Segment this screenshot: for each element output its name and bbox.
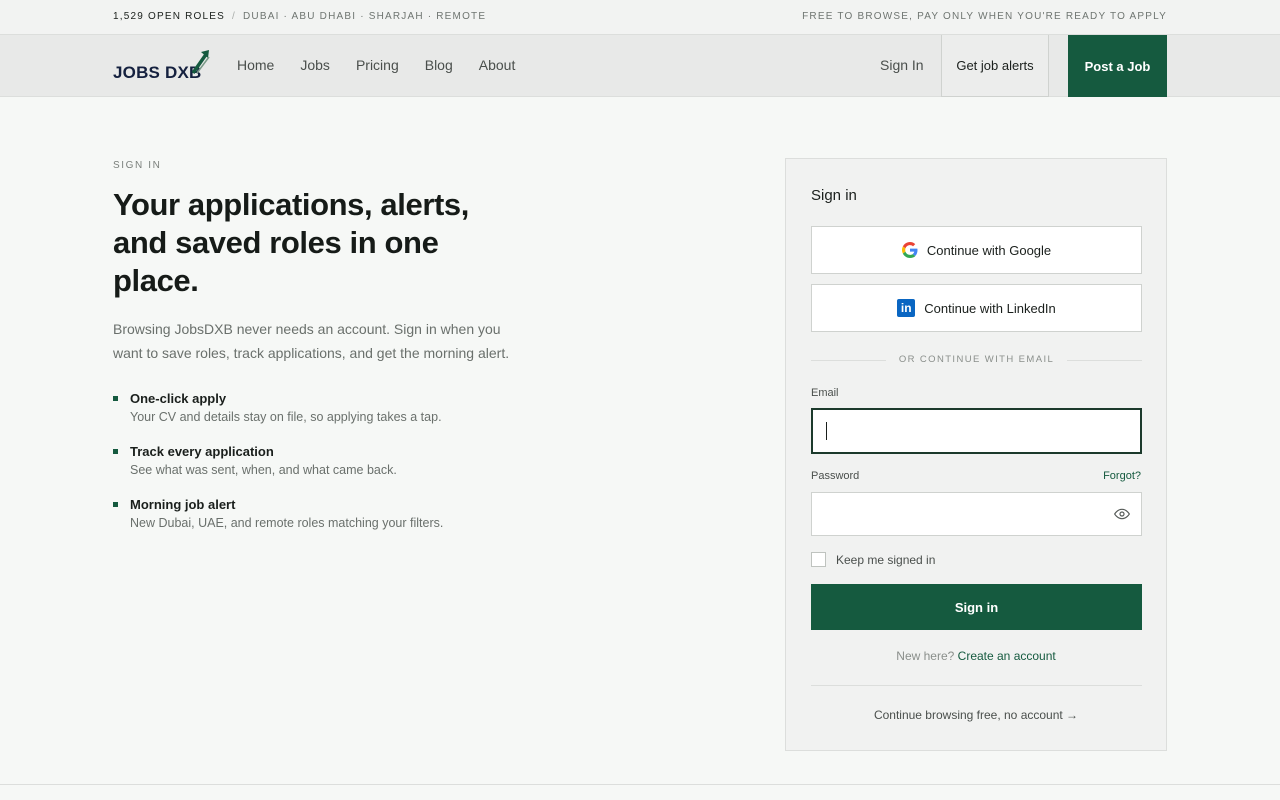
site-header: JOBS DXB Home Jobs Pricing Blog About Si… (0, 35, 1280, 97)
feature-desc: See what was sent, when, and what came b… (130, 463, 397, 477)
main-nav: Home Jobs Pricing Blog About (237, 57, 515, 73)
top-info-bar: 1,529 open roles / Dubai · Abu Dhabi · Sha… (0, 0, 1280, 35)
feature-desc: New Dubai, UAE, and remote roles matchin… (130, 516, 444, 530)
feature-item: Morning job alert New Dubai, UAE, and re… (113, 496, 533, 534)
create-account-link[interactable]: Create an account (958, 649, 1056, 663)
feature-bullet (113, 502, 118, 507)
password-field[interactable] (811, 492, 1142, 536)
google-icon (901, 242, 918, 258)
new-here-text: New here? (896, 649, 955, 663)
post-job-button[interactable]: Post a Job (1068, 35, 1167, 97)
feature-item: One-click apply Your CV and details stay… (113, 390, 533, 428)
sign-in-submit-button[interactable]: Sign in (811, 584, 1142, 630)
nav-pricing[interactable]: Pricing (356, 57, 399, 73)
logo-wordmark: JOBS DXB (113, 63, 202, 83)
keep-signed-in-checkbox[interactable] (811, 552, 826, 567)
divider-line-right (1067, 360, 1142, 361)
eye-icon[interactable] (1113, 506, 1131, 522)
feature-title: Track every application (130, 444, 274, 459)
continue-with-linkedin-button[interactable]: in Continue with LinkedIn (811, 284, 1142, 332)
keep-signed-in-label[interactable]: Keep me signed in (836, 553, 935, 567)
keep-signed-in-row: Keep me signed in (811, 552, 935, 567)
feature-bullet (113, 396, 118, 401)
logo-text-a: JOBS D (113, 63, 178, 82)
header-sign-in-link[interactable]: Sign In (880, 57, 924, 73)
page-title: Your applications, alerts, and saved rol… (113, 187, 469, 298)
site-logo[interactable]: JOBS DXB (113, 49, 213, 83)
logo-arrow-icon (191, 50, 210, 75)
text-caret (826, 422, 827, 440)
nav-about[interactable]: About (479, 57, 516, 73)
nav-jobs[interactable]: Jobs (300, 57, 330, 73)
get-job-alerts-button[interactable]: Get job alerts (941, 35, 1049, 97)
email-divider: OR CONTINUE WITH EMAIL (811, 354, 1142, 366)
email-field[interactable] (811, 408, 1142, 454)
google-button-label: Continue with Google (926, 242, 1052, 258)
continue-with-google-button[interactable]: Continue with Google (811, 226, 1142, 274)
feature-list: One-click apply Your CV and details stay… (113, 390, 533, 549)
feature-title: Morning job alert (130, 497, 236, 512)
card-separator (811, 685, 1142, 686)
top-info-separator: / (232, 11, 237, 22)
email-label: Email (811, 387, 839, 399)
continue-browsing-link[interactable]: Continue browsing free, no account → (786, 708, 1166, 722)
locations-list: Dubai · Abu Dhabi · Sharjah · Remote (243, 11, 487, 22)
feature-bullet (113, 449, 118, 454)
footer-divider (0, 784, 1280, 785)
top-tagline: Free to browse, pay only when you're rea… (802, 11, 1167, 22)
feature-title: One-click apply (130, 391, 227, 406)
linkedin-button-label: Continue with LinkedIn (924, 300, 1056, 316)
password-label: Password (811, 470, 860, 482)
top-info-left: 1,529 open roles / Dubai · Abu Dhabi · Sha… (113, 11, 486, 22)
open-roles-count: 1,529 open roles (113, 11, 226, 22)
nav-blog[interactable]: Blog (425, 57, 453, 73)
new-here-row: New here? Create an account (786, 649, 1166, 663)
card-title: Sign in (811, 187, 857, 204)
feature-item: Track every application See what was sen… (113, 443, 533, 481)
nav-home[interactable]: Home (237, 57, 274, 73)
feature-desc: Your CV and details stay on file, so app… (130, 410, 442, 424)
linkedin-icon: in (897, 299, 916, 317)
forgot-password-link[interactable]: Forgot? (1103, 470, 1141, 482)
sign-in-card: Sign in Continue with Google in Continue… (785, 158, 1167, 751)
page-eyebrow: SIGN IN (113, 160, 162, 171)
page-intro: Browsing JobsDXB never needs an account.… (113, 321, 510, 361)
